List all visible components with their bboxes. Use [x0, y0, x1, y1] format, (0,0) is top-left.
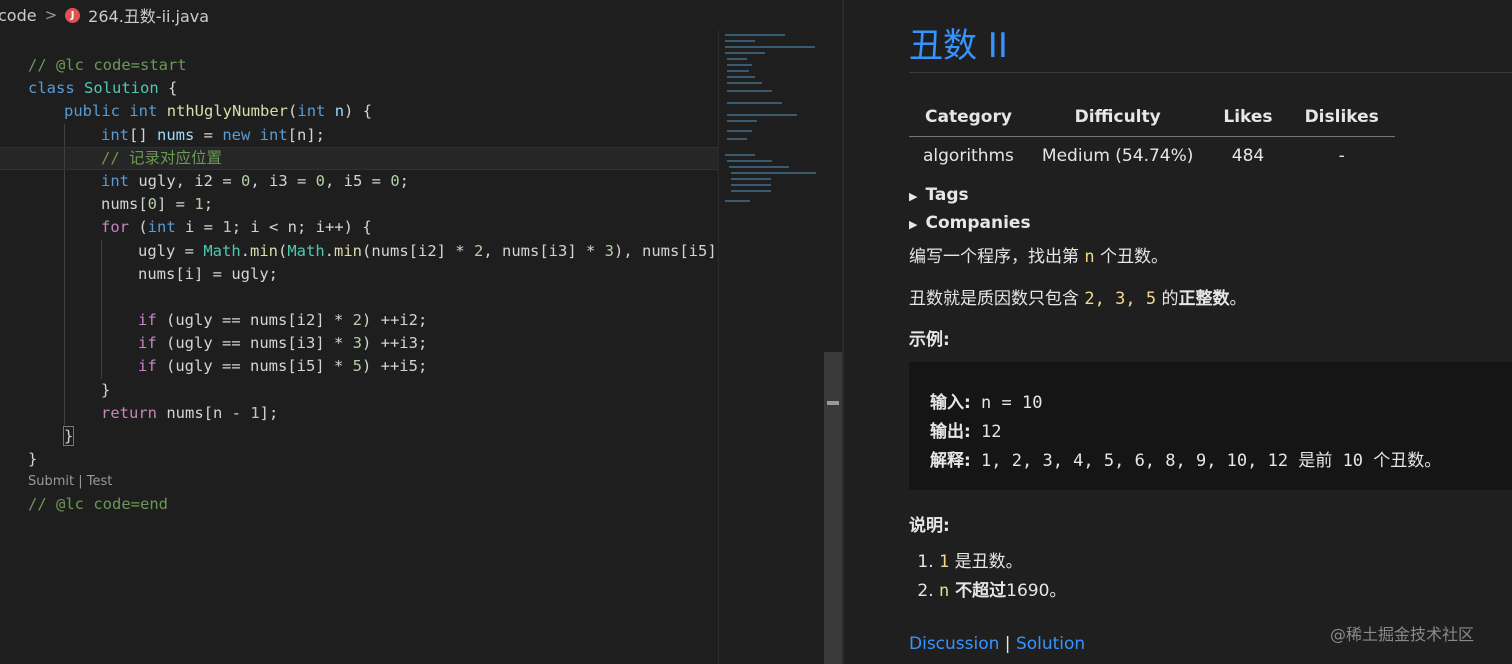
scroll-position-marker	[827, 401, 839, 405]
triangle-right-icon: ▶	[909, 218, 918, 231]
code-line: nums[0] = 1;	[0, 193, 718, 217]
code-line: if (ugly == nums[i2] * 2) ++i2;	[0, 309, 718, 333]
code-line: }	[0, 378, 718, 402]
list-item: 1 是丑数。	[939, 548, 1066, 577]
tags-disclosure[interactable]: ▶ Tags	[909, 185, 969, 205]
example-heading: 示例:	[909, 330, 950, 350]
code-area[interactable]: // @lc code=start class Solution { publi…	[0, 54, 718, 517]
example-explanation: 解释: 1, 2, 3, 4, 5, 6, 8, 9, 10, 12 是前 10…	[930, 451, 1442, 471]
description-line-2: 丑数就是质因数只包含 2, 3, 5 的正整数。	[909, 289, 1247, 309]
companies-disclosure[interactable]: ▶ Companies	[909, 213, 1031, 233]
table-header: Category	[909, 102, 1028, 137]
discussion-link[interactable]: Discussion	[909, 634, 999, 654]
chevron-right-icon: >	[44, 6, 58, 24]
scrollbar-thumb[interactable]	[824, 352, 842, 664]
table-row: algorithms Medium (54.74%) 484 -	[909, 137, 1395, 176]
table-header: Dislikes	[1288, 102, 1395, 137]
triangle-right-icon: ▶	[909, 190, 918, 203]
difficulty-value: Medium (54.74%)	[1041, 146, 1194, 166]
problem-meta-table: Category Difficulty Likes Dislikes algor…	[909, 102, 1395, 175]
code-line: // @lc code=start	[28, 56, 187, 74]
dislikes-value: -	[1338, 146, 1345, 166]
table-header: Likes	[1207, 102, 1289, 137]
vertical-scrollbar[interactable]	[824, 30, 842, 664]
minimap[interactable]	[718, 30, 825, 664]
example-block: 输入: n = 10 输出: 12 解释: 1, 2, 3, 4, 5, 6, …	[909, 362, 1512, 490]
title-divider	[909, 72, 1512, 73]
code-line: ugly = Math.min(Math.min(nums[i2] * 2, n…	[0, 239, 718, 263]
description-line-1: 编写一个程序，找出第 n 个丑数。	[909, 247, 1169, 267]
java-file-icon: J	[65, 7, 81, 23]
breadcrumb-file[interactable]: 264.丑数-ii.java	[88, 3, 209, 27]
code-line-active: // 记录对应位置	[0, 146, 718, 170]
breadcrumb-folder[interactable]: code	[0, 6, 37, 25]
watermark: @稀土掘金技术社区	[1330, 625, 1475, 644]
breadcrumb: code > J 264.丑数-ii.java	[0, 0, 843, 30]
solution-link[interactable]: Solution	[1016, 634, 1085, 654]
example-output: 输出: 12	[930, 422, 1002, 442]
code-line: class Solution {	[28, 79, 178, 98]
category-value: algorithms	[923, 146, 1014, 166]
codelens-submit-test[interactable]: Submit | Test	[0, 471, 718, 493]
problem-preview-pane: 丑数 II Category Difficulty Likes Dislikes…	[844, 0, 1512, 664]
code-line: int ugly, i2 = 0, i3 = 0, i5 = 0;	[0, 169, 718, 194]
code-line: // @lc code=end	[28, 495, 168, 514]
table-header: Difficulty	[1027, 102, 1208, 137]
code-line: if (ugly == nums[i3] * 3) ++i3;	[0, 332, 718, 356]
code-line	[0, 285, 718, 310]
code-line: public int nthUglyNumber(int n) {	[64, 102, 373, 121]
list-item: n 不超过1690。	[939, 577, 1066, 606]
code-line: nums[i] = ugly;	[0, 262, 718, 286]
notes-heading: 说明:	[909, 516, 950, 536]
example-input: 输入: n = 10	[930, 393, 1043, 413]
code-line: for (int i = 1; i < n; i++) {	[0, 216, 718, 240]
code-line: }	[28, 450, 38, 469]
likes-value: 484	[1231, 146, 1265, 166]
code-editor[interactable]: code > J 264.丑数-ii.java // @lc code=star…	[0, 0, 843, 664]
problem-title: 丑数 II	[909, 26, 1008, 66]
notes-list: 1 是丑数。 n 不超过1690。	[909, 548, 1066, 606]
footer-links: Discussion | Solution	[909, 634, 1086, 654]
code-line: return nums[n - 1];	[0, 401, 718, 425]
code-line: int[] nums = new int[n];	[0, 123, 718, 147]
code-line: }	[62, 426, 75, 446]
code-line: if (ugly == nums[i5] * 5) ++i5;	[0, 355, 718, 379]
